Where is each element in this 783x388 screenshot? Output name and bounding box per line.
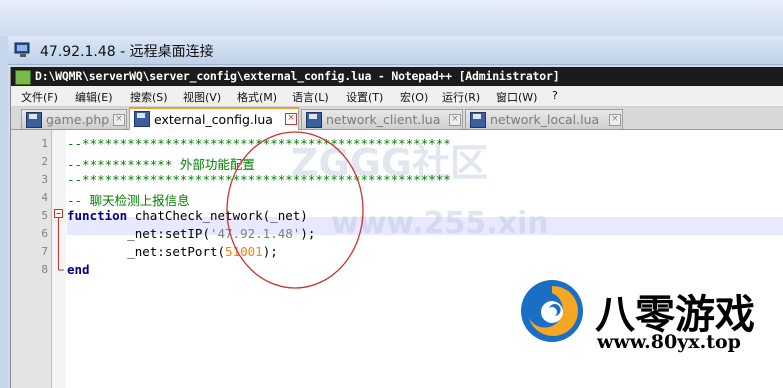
close-icon[interactable]: × (113, 114, 125, 126)
line-number: 6 (41, 227, 48, 240)
menu-file[interactable]: 文件(F) (21, 89, 58, 105)
swirl-logo-icon (521, 280, 583, 342)
file-icon (26, 112, 42, 128)
menu-help[interactable]: ? (552, 89, 558, 102)
desktop-edge (0, 36, 8, 388)
menu-search[interactable]: 搜索(S) (130, 89, 168, 105)
tab-label: external_config.lua (154, 112, 273, 127)
line-number: 2 (41, 155, 48, 168)
tab-network-client[interactable]: network_client.lua × (301, 109, 463, 129)
rdp-title: 47.92.1.48 - 远程桌面连接 (40, 44, 214, 60)
line-number-gutter: 1 2 3 4 5 6 7 8 (11, 130, 52, 388)
desktop-background (0, 0, 783, 36)
tab-bar: game.php × external_config.lua × network… (11, 107, 783, 130)
npp-title: D:\WQMR\serverWQ\server_config\external_… (35, 69, 560, 83)
menu-format[interactable]: 格式(M) (237, 89, 277, 105)
tab-game-php[interactable]: game.php × (21, 109, 127, 129)
code-text: _net:setPort( (67, 244, 226, 259)
line-number: 8 (41, 263, 48, 276)
tab-label: game.php (46, 112, 110, 127)
remote-desktop-icon (14, 42, 30, 57)
logo-url: www.80yx.top (597, 331, 741, 353)
menu-macro[interactable]: 宏(O) (400, 89, 428, 105)
menu-edit[interactable]: 编辑(E) (75, 89, 113, 105)
line-number: 3 (41, 173, 48, 186)
file-icon (306, 112, 322, 128)
menu-run[interactable]: 运行(R) (442, 89, 480, 105)
close-icon[interactable]: × (609, 114, 621, 126)
fold-marker-icon[interactable] (52, 130, 66, 280)
menu-settings[interactable]: 设置(T) (346, 89, 383, 105)
annotation-ellipse (226, 131, 364, 289)
rdp-title-bar[interactable]: 47.92.1.48 - 远程桌面连接 (8, 36, 783, 65)
close-icon[interactable]: × (449, 114, 461, 126)
code-text: _net:setIP( (67, 226, 210, 241)
line-number: 7 (41, 245, 48, 258)
tab-label: network_client.lua (326, 112, 441, 127)
menu-language[interactable]: 语言(L) (292, 89, 329, 105)
tab-external-config[interactable]: external_config.lua × (129, 107, 299, 130)
menu-bar: 文件(F) 编辑(E) 搜索(S) 视图(V) 格式(M) 语言(L) 设置(T… (11, 86, 783, 107)
menu-view[interactable]: 视图(V) (183, 89, 221, 105)
keyword: end (67, 262, 90, 277)
code-line: -- 聊天检测上报信息 (67, 193, 190, 208)
file-icon (470, 112, 486, 128)
code-line: end (67, 262, 90, 277)
npp-title-bar[interactable]: D:\WQMR\serverWQ\server_config\external_… (11, 67, 783, 86)
tab-network-local[interactable]: network_local.lua × (465, 109, 623, 129)
fold-margin (52, 130, 66, 388)
notepad-icon (15, 70, 31, 85)
line-number: 4 (41, 191, 48, 204)
menu-window[interactable]: 窗口(W) (496, 89, 537, 105)
line-number: 5 (41, 209, 48, 222)
line-number: 1 (41, 137, 48, 150)
file-icon (134, 111, 150, 127)
tab-label: network_local.lua (490, 112, 600, 127)
close-icon[interactable]: × (285, 113, 297, 125)
keyword: function (67, 208, 128, 223)
